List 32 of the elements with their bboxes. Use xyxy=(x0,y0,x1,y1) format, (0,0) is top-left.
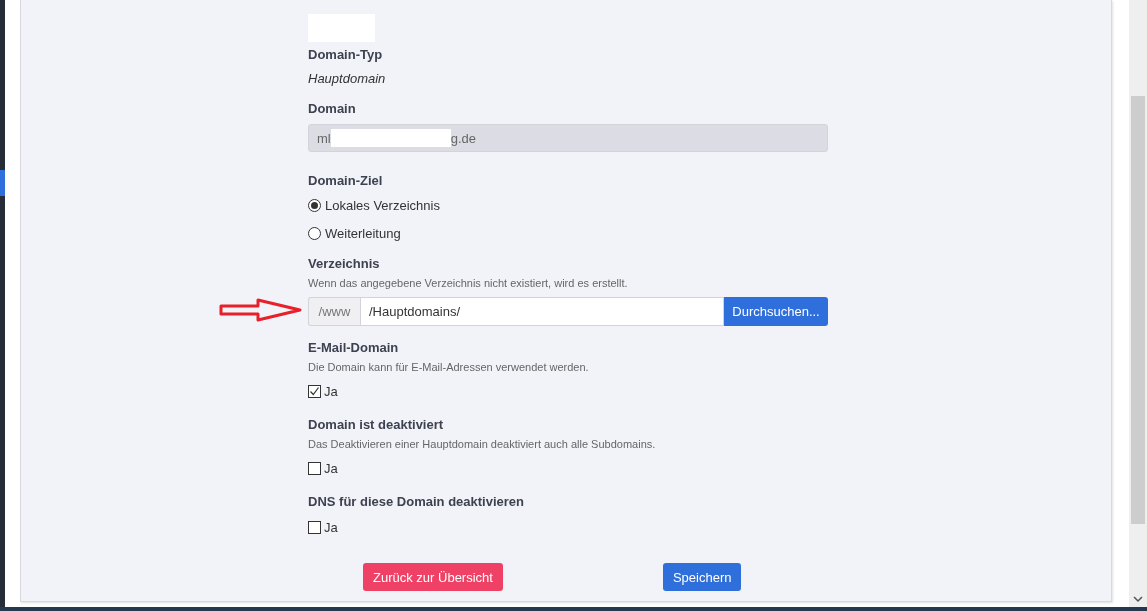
field-label: Verzeichnis xyxy=(308,255,381,273)
checkbox[interactable] xyxy=(308,520,321,534)
radio-button[interactable] xyxy=(308,226,321,240)
checkbox-label: Ja xyxy=(324,383,338,399)
path-prefix: /www xyxy=(308,297,360,326)
checkbox[interactable] xyxy=(308,461,321,475)
arrow-annotation-icon xyxy=(218,297,304,323)
chevron-down-icon[interactable] xyxy=(1133,596,1143,603)
field-label: DNS für diese Domain deaktivieren xyxy=(308,493,525,511)
radio-button[interactable] xyxy=(308,198,321,212)
field-hint: Das Deaktivieren einer Hauptdomain deaktiviert auch alle Subdomains. xyxy=(308,437,657,452)
checkbox[interactable] xyxy=(308,384,321,398)
back-button[interactable]: Zurück zur Übersicht xyxy=(363,563,503,591)
active-marker xyxy=(0,170,5,196)
domain-type-value: Hauptdomain xyxy=(308,70,387,88)
checkbox-label: Ja xyxy=(324,460,338,476)
radio-option[interactable]: Lokales Verzeichnis xyxy=(308,196,828,214)
field-label: Domain-Ziel xyxy=(308,172,384,190)
scroll-thumb[interactable] xyxy=(1131,96,1145,524)
field-hint: Wenn das angegebene Verzeichnis nicht existiert, wird es erstellt. xyxy=(308,276,629,291)
field-label: E-Mail-Domain xyxy=(308,339,400,357)
radio-option[interactable]: Weiterleitung xyxy=(308,224,828,242)
checkbox-label: Ja xyxy=(324,519,338,535)
field-label: Domain-Typ xyxy=(308,46,384,64)
field-hint: Die Domain kann für E-Mail-Adressen verwendet werden. xyxy=(308,360,590,375)
field-label: Domain xyxy=(308,100,357,118)
directory-input[interactable]: /Hauptdomains/ xyxy=(360,297,724,326)
browse-button[interactable]: Durchsuchen... xyxy=(724,297,828,326)
save-button[interactable]: Speichern xyxy=(662,563,742,591)
field-label: Domain ist deaktiviert xyxy=(308,416,445,434)
radio-label: Lokales Verzeichnis xyxy=(325,197,440,213)
radio-label: Weiterleitung xyxy=(325,225,401,241)
